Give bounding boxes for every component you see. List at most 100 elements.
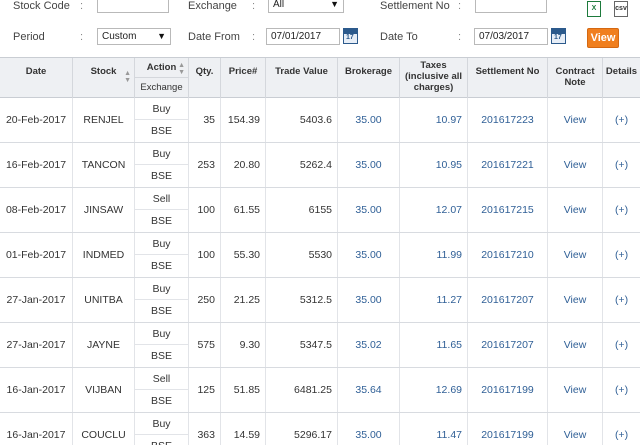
col-header-details[interactable]: Details (603, 58, 640, 98)
col-header-stock[interactable]: Stock ▲ ▼ (73, 58, 135, 98)
calendar-icon[interactable]: 17 (551, 28, 566, 44)
contract-note-view-link[interactable]: View (548, 233, 603, 277)
contract-note-view-link[interactable]: View (548, 368, 603, 412)
cell-settlement: 201617199 (468, 368, 548, 412)
table-row: 08-Feb-2017 JINSAW Sell BSE 100 61.55 6155 35.0… (0, 188, 640, 233)
date-to-label: Date To (380, 31, 418, 43)
cell-stock: UNITBA (73, 278, 135, 322)
cell-taxes: 12.69 (400, 368, 468, 412)
date-from-input[interactable] (266, 28, 340, 45)
cell-qty: 253 (189, 143, 221, 187)
colon: : (80, 31, 84, 43)
table-row: 16-Jan-2017 VIJBAN Sell BSE 125 51.85 6481.25 3… (0, 368, 640, 413)
cell-settlement: 201617199 (468, 413, 548, 445)
cell-price: 154.39 (221, 98, 266, 142)
cell-brokerage: 35.00 (338, 143, 400, 187)
colon: : (458, 0, 462, 12)
col-header-price[interactable]: Price# (221, 58, 266, 98)
cell-action: Buy BSE (135, 143, 189, 187)
caret-down-icon: ▼ (330, 0, 339, 9)
contract-note-view-link[interactable]: View (548, 278, 603, 322)
colon: : (458, 31, 462, 43)
cell-exchange-value: BSE (150, 215, 172, 227)
table-header: Date Stock ▲ ▼ Action Exchange ▲ ▼ Qty. Pri… (0, 57, 640, 98)
period-label: Period (13, 31, 45, 43)
cell-trade-value: 5312.5 (266, 278, 338, 322)
col-header-trade-value[interactable]: Trade Value (266, 58, 338, 98)
contract-note-view-link[interactable]: View (548, 143, 603, 187)
calendar-icon[interactable]: 17 (343, 28, 358, 44)
contract-note-view-link[interactable]: View (548, 188, 603, 232)
cell-stock: JINSAW (73, 188, 135, 232)
details-expand-link[interactable]: (+) (603, 278, 640, 322)
cell-action: Buy BSE (135, 323, 189, 367)
details-expand-link[interactable]: (+) (603, 233, 640, 277)
cell-action: Buy BSE (135, 278, 189, 322)
sort-icon[interactable]: ▲ ▼ (124, 70, 131, 84)
cell-date: 20-Feb-2017 (0, 98, 73, 142)
cell-brokerage: 35.00 (338, 188, 400, 232)
cell-stock: COUCLU (73, 413, 135, 445)
cell-exchange-value: BSE (135, 435, 188, 445)
col-header-brokerage[interactable]: Brokerage (338, 58, 400, 98)
stock-code-input[interactable] (97, 0, 169, 13)
cell-stock: TANCON (73, 143, 135, 187)
details-expand-link[interactable]: (+) (603, 323, 640, 367)
cell-date: 16-Jan-2017 (0, 368, 73, 412)
cell-taxes: 11.65 (400, 323, 468, 367)
cell-settlement: 201617207 (468, 323, 548, 367)
contract-note-view-link[interactable]: View (548, 323, 603, 367)
cell-price: 14.59 (221, 413, 266, 445)
cell-action: Sell BSE (135, 368, 189, 412)
details-expand-link[interactable]: (+) (603, 368, 640, 412)
excel-export-icon[interactable]: X (587, 1, 601, 17)
details-expand-link[interactable]: (+) (603, 98, 640, 142)
cell-settlement: 201617207 (468, 278, 548, 322)
details-expand-link[interactable]: (+) (603, 413, 640, 445)
cell-brokerage: 35.64 (338, 368, 400, 412)
col-header-action[interactable]: Action Exchange ▲ ▼ (135, 58, 189, 98)
csv-export-icon[interactable]: csv (614, 1, 628, 17)
cell-brokerage: 35.00 (338, 98, 400, 142)
colon: : (252, 31, 256, 43)
table-row: 27-Jan-2017 UNITBA Buy BSE 250 21.25 5312.5 35.… (0, 278, 640, 323)
cell-date: 27-Jan-2017 (0, 278, 73, 322)
sort-icon[interactable]: ▲ ▼ (178, 62, 185, 76)
col-header-contract-note[interactable]: Contract Note (548, 58, 603, 98)
cell-brokerage: 35.00 (338, 233, 400, 277)
date-to-input[interactable] (474, 28, 548, 45)
col-header-settlement[interactable]: Settlement No (468, 58, 548, 98)
cell-qty: 35 (189, 98, 221, 142)
cell-qty: 250 (189, 278, 221, 322)
contract-note-view-link[interactable]: View (548, 413, 603, 445)
cell-settlement: 201617210 (468, 233, 548, 277)
settlement-input[interactable] (475, 0, 547, 13)
period-select[interactable]: Custom ▼ (97, 28, 171, 45)
cell-exchange-value: BSE (150, 395, 172, 407)
view-button[interactable]: View (587, 28, 619, 48)
settlement-label: Settlement No (380, 0, 450, 12)
cell-taxes: 12.07 (400, 188, 468, 232)
contract-note-view-link[interactable]: View (548, 98, 603, 142)
cell-date: 27-Jan-2017 (0, 323, 73, 367)
cell-qty: 100 (189, 188, 221, 232)
period-select-value: Custom (102, 31, 137, 42)
cell-settlement: 201617215 (468, 188, 548, 232)
cell-action: Buy BSE (135, 233, 189, 277)
col-header-taxes[interactable]: Taxes (inclusive all charges) (400, 58, 468, 98)
cell-taxes: 10.95 (400, 143, 468, 187)
table-row: 01-Feb-2017 INDMED Buy BSE 100 55.30 5530 35.00… (0, 233, 640, 278)
col-header-qty[interactable]: Qty. (189, 58, 221, 98)
colon: : (252, 0, 256, 12)
cell-action: Sell BSE (135, 188, 189, 232)
exchange-select-value: All (273, 0, 285, 10)
cell-qty: 575 (189, 323, 221, 367)
cell-price: 51.85 (221, 368, 266, 412)
stock-code-label: Stock Code (13, 0, 70, 12)
cell-stock: INDMED (73, 233, 135, 277)
col-header-date[interactable]: Date (0, 58, 73, 98)
table-row: 27-Jan-2017 JAYNE Buy BSE 575 9.30 5347.5 35.02… (0, 323, 640, 368)
details-expand-link[interactable]: (+) (603, 143, 640, 187)
details-expand-link[interactable]: (+) (603, 188, 640, 232)
exchange-select[interactable]: All ▼ (268, 0, 344, 13)
